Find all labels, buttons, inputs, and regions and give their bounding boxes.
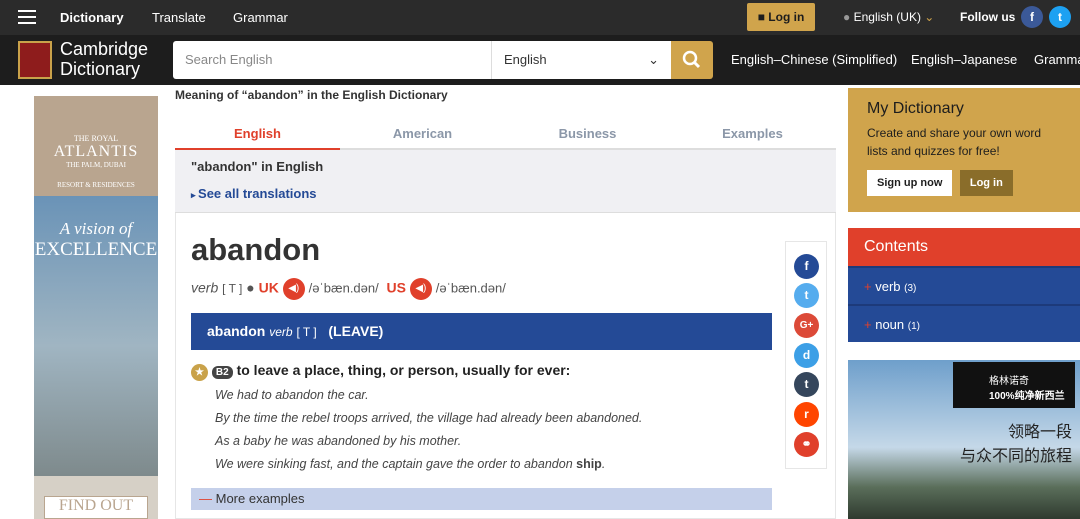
- tab-english[interactable]: English: [175, 124, 340, 150]
- link-share-icon[interactable]: ⚭: [794, 432, 819, 457]
- minus-icon: —: [199, 491, 216, 506]
- pronunciation-line: verb [ T ] ● UK ◀) /əˈbæn.dən/ US ◀) /əˈ…: [191, 278, 506, 300]
- page-heading: Meaning of “abandon” in the English Dict…: [175, 88, 448, 102]
- nav-dictionary[interactable]: Dictionary: [60, 0, 124, 35]
- nav-grammar[interactable]: Grammar: [233, 0, 288, 35]
- sign-up-button[interactable]: Sign up now: [867, 170, 953, 196]
- entry-header: "abandon" in English ▸ See all translati…: [175, 150, 836, 213]
- language-selector[interactable]: ● English (UK) ⌄: [843, 0, 934, 35]
- speaker-us-icon[interactable]: ◀): [409, 278, 432, 300]
- login-button[interactable]: ■ Log in: [747, 3, 815, 31]
- tumblr-share-icon[interactable]: t: [794, 372, 819, 397]
- twitter-share-icon[interactable]: t: [794, 283, 819, 308]
- example: As a baby he was abandoned by his mother…: [215, 434, 462, 448]
- tab-business[interactable]: Business: [505, 124, 670, 144]
- nav-translate[interactable]: Translate: [152, 0, 206, 35]
- share-bar: f t G+ d t r ⚭: [785, 241, 827, 469]
- logo-text[interactable]: Cambridge Dictionary: [60, 39, 148, 79]
- facebook-icon[interactable]: f: [1021, 6, 1043, 28]
- advertisement-right[interactable]: 格林诺奇 100%纯净新西兰 领略一段 与众不同的旅程: [848, 360, 1080, 519]
- menu-icon[interactable]: [18, 10, 36, 24]
- tab-examples[interactable]: Examples: [670, 124, 835, 144]
- follow-us-label: Follow us: [960, 10, 1016, 24]
- nav-english-chinese[interactable]: English–Chinese (Simplified): [731, 35, 897, 85]
- headword: abandon: [191, 232, 321, 267]
- star-icon[interactable]: ★: [191, 364, 208, 381]
- definition: ★ B2 to leave a place, thing, or person,…: [191, 362, 570, 381]
- nav-grammar[interactable]: Gramma: [1034, 35, 1080, 85]
- search-button[interactable]: [671, 41, 713, 79]
- advertisement-left[interactable]: THE ROYAL ATLANTIS THE PALM, DUBAI RESOR…: [34, 96, 158, 519]
- search-icon: [682, 50, 701, 69]
- example: By the time the rebel troops arrived, th…: [215, 411, 643, 425]
- facebook-share-icon[interactable]: f: [794, 254, 819, 279]
- tab-american[interactable]: American: [340, 124, 505, 144]
- more-examples-toggle[interactable]: — More examples: [191, 488, 772, 510]
- sense-header: abandon verb [ T ] (LEAVE): [191, 313, 772, 350]
- cambridge-logo-icon[interactable]: [18, 41, 52, 79]
- level-badge: B2: [211, 366, 233, 379]
- reddit-share-icon[interactable]: r: [794, 402, 819, 427]
- see-all-translations-link[interactable]: ▸ See all translations: [191, 186, 317, 201]
- globe-icon: ●: [843, 10, 854, 24]
- google-plus-share-icon[interactable]: G+: [794, 313, 819, 338]
- top-bar: Dictionary Translate Grammar ■ Log in ● …: [0, 0, 1080, 35]
- dictionary-select[interactable]: English ⌄: [491, 41, 671, 79]
- nav-english-japanese[interactable]: English–Japanese: [911, 35, 1017, 85]
- chevron-down-icon: ⌄: [648, 52, 659, 67]
- dictionary-tabs: English American Business Examples: [175, 124, 836, 150]
- example: We were sinking fast, and the captain ga…: [215, 457, 606, 471]
- user-icon: ■: [757, 10, 769, 24]
- contents-panel: Contents + verb (3) + noun (1): [848, 228, 1080, 342]
- search-input[interactable]: Search English: [173, 41, 491, 79]
- caret-right-icon: ▸: [191, 190, 199, 200]
- login-button[interactable]: Log in: [959, 170, 1013, 196]
- delicious-share-icon[interactable]: d: [794, 343, 819, 368]
- chevron-down-icon: ⌄: [920, 10, 935, 24]
- header: Cambridge Dictionary Search English Engli…: [0, 35, 1080, 85]
- example: We had to abandon the car.: [215, 388, 369, 402]
- contents-item-noun[interactable]: + noun (1): [848, 304, 1080, 342]
- my-dictionary-panel: My Dictionary Create and share your own …: [848, 88, 1080, 212]
- twitter-icon[interactable]: t: [1049, 6, 1071, 28]
- contents-item-verb[interactable]: + verb (3): [848, 266, 1080, 304]
- speaker-uk-icon[interactable]: ◀): [282, 278, 305, 300]
